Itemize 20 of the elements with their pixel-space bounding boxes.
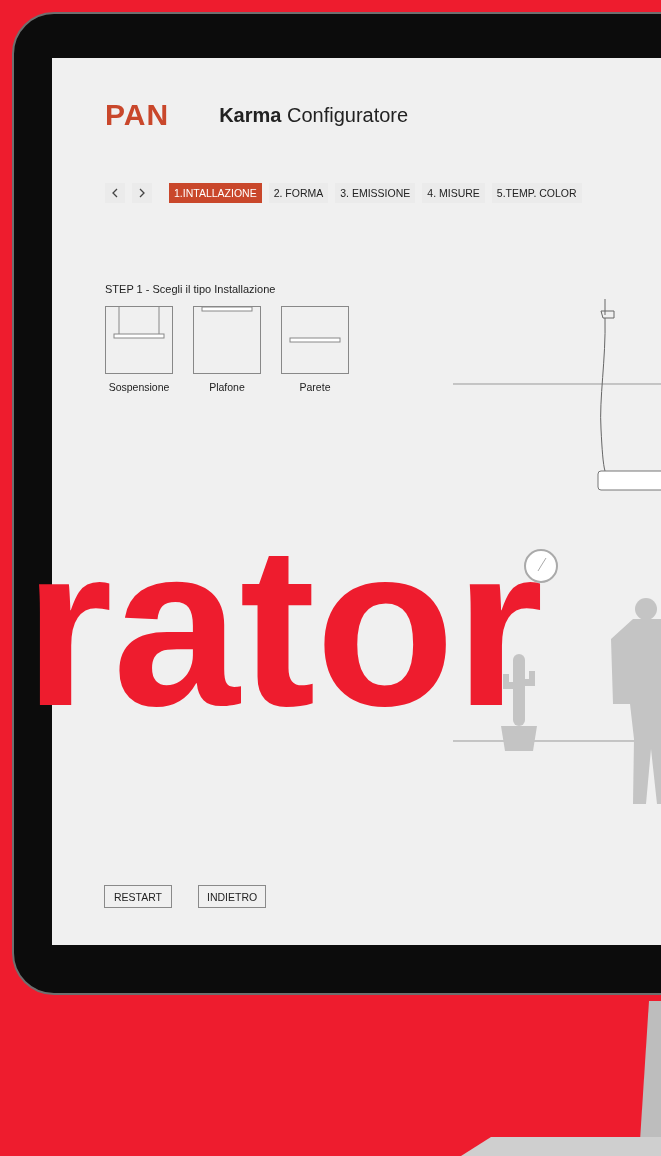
step-tab[interactable]: 1.INTALLAZIONE [169, 183, 262, 203]
step-tab[interactable]: 5.TEMP. COLOR [491, 183, 582, 203]
action-button[interactable]: INDIETRO [198, 885, 267, 908]
step-tab[interactable]: 2. FORMA [268, 183, 329, 203]
suspension-lamp-icon [105, 306, 173, 374]
chevron-left-icon [111, 188, 119, 198]
previous-button[interactable] [105, 183, 125, 203]
installation-option[interactable]: Sospensione [102, 306, 176, 393]
ceiling-lamp-icon [193, 306, 261, 374]
installation-option[interactable]: Plafone [190, 306, 264, 393]
page-title: Karma Configuratore [219, 103, 409, 127]
wall-lamp-icon [281, 306, 349, 374]
step-heading: STEP 1 - Scegli il tipo Installazione [105, 283, 277, 295]
step-tab[interactable]: 4. MISURE [422, 183, 485, 203]
installation-option[interactable]: Parete [278, 306, 352, 393]
step-tab[interactable]: 3. EMISSIONE [335, 183, 416, 203]
chevron-right-icon [138, 188, 146, 198]
action-button[interactable]: RESTART [104, 885, 172, 908]
brand-logo: PAN [105, 98, 170, 132]
next-button[interactable] [132, 183, 152, 203]
